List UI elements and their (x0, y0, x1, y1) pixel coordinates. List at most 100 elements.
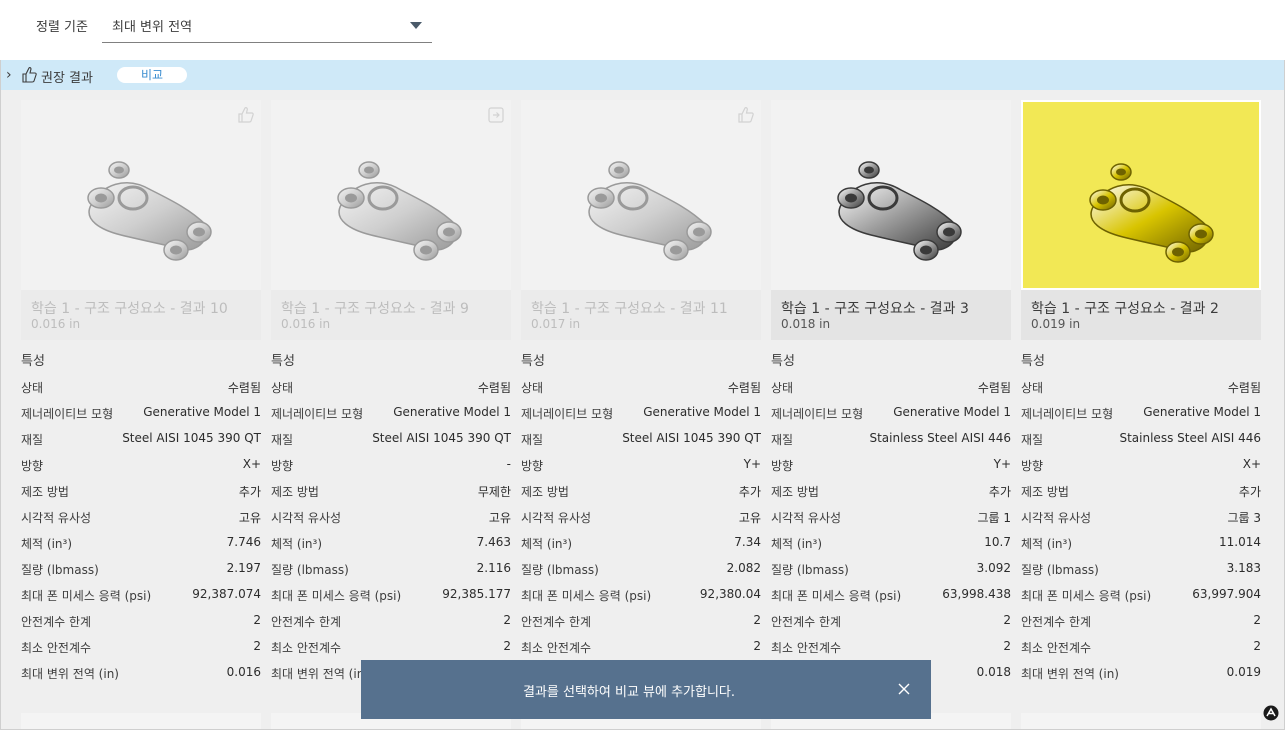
result-thumbnail[interactable] (1021, 100, 1261, 290)
property-key: 방향 (21, 459, 44, 473)
property-key: 최대 폰 미세스 응력 (psi) (771, 589, 902, 603)
result-caption[interactable]: 학습 1 - 구조 구성요소 - 결과 11 0.017 in (521, 290, 761, 340)
expand-chevron-icon[interactable]: › (6, 67, 12, 83)
property-row: 최소 안전계수 2 (271, 639, 511, 659)
property-row: 최소 안전계수 2 (771, 639, 1011, 659)
property-key: 상태 (21, 381, 44, 395)
properties-heading: 특성 (271, 354, 295, 369)
property-key: 체적 (in³) (271, 537, 323, 551)
property-key: 질량 (lbmass) (271, 563, 349, 577)
export-icon[interactable] (487, 106, 505, 124)
properties-heading: 특성 (1021, 354, 1045, 369)
thumbs-up-icon[interactable] (737, 106, 755, 124)
property-value: 고유 (738, 511, 761, 525)
property-value: 92,380.04 (699, 587, 761, 601)
property-row: 체적 (in³) 7.34 (521, 535, 761, 555)
properties-heading: 특성 (771, 354, 795, 369)
property-value: 2 (503, 639, 511, 653)
result-title: 학습 1 - 구조 구성요소 - 결과 11 (531, 301, 728, 317)
property-row: 제너레이티브 모형 Generative Model 1 (21, 405, 261, 425)
property-row: 체적 (in³) 11.014 (1021, 535, 1261, 555)
close-icon[interactable] (897, 682, 911, 696)
result-caption[interactable]: 학습 1 - 구조 구성요소 - 결과 10 0.016 in (21, 290, 261, 340)
property-value: 92,385.177 (442, 587, 511, 601)
property-value: 추가 (238, 485, 261, 499)
property-row: 질량 (lbmass) 3.092 (771, 561, 1011, 581)
property-key: 체적 (in³) (1021, 537, 1073, 551)
property-value: 수렴됨 (977, 381, 1011, 395)
property-key: 방향 (771, 459, 794, 473)
property-value: 추가 (1238, 485, 1261, 499)
property-value: Y+ (743, 457, 761, 471)
property-value: - (506, 457, 511, 471)
property-value: 7.463 (476, 535, 511, 549)
property-key: 시각적 유사성 (21, 511, 92, 525)
result-thumbnail[interactable] (771, 100, 1011, 290)
compare-button[interactable]: 비교 (117, 67, 187, 83)
property-row: 제조 방법 추가 (521, 483, 761, 503)
property-key: 안전계수 한계 (21, 615, 92, 629)
toast-message: 결과를 선택하여 비교 뷰에 추가합니다. (523, 685, 736, 700)
property-key: 제너레이티브 모형 (21, 407, 114, 421)
property-key: 안전계수 한계 (521, 615, 592, 629)
property-row: 상태 수렴됨 (21, 379, 261, 399)
property-value: 0.016 (226, 665, 261, 679)
property-row: 재질 Steel AISI 1045 390 QT (21, 431, 261, 451)
property-key: 시각적 유사성 (521, 511, 592, 525)
property-row: 안전계수 한계 2 (271, 613, 511, 633)
property-row: 상태 수렴됨 (1021, 379, 1261, 399)
result-title: 학습 1 - 구조 구성요소 - 결과 2 (1031, 301, 1219, 317)
result-caption[interactable]: 학습 1 - 구조 구성요소 - 결과 3 0.018 in (771, 290, 1011, 340)
thumbs-up-icon[interactable] (237, 106, 255, 124)
result-displacement: 0.017 in (531, 317, 581, 331)
property-value: 2 (253, 639, 261, 653)
property-key: 최소 안전계수 (771, 641, 842, 655)
property-value: 고유 (238, 511, 261, 525)
property-value: 2 (1253, 639, 1261, 653)
part-render (1089, 163, 1214, 263)
property-value: 그룹 1 (977, 511, 1011, 525)
property-value: 그룹 3 (1227, 511, 1261, 525)
result-caption[interactable]: 학습 1 - 구조 구성요소 - 결과 2 0.019 in (1021, 290, 1261, 340)
property-value: Generative Model 1 (143, 405, 261, 419)
result-displacement: 0.016 in (281, 317, 331, 331)
property-key: 안전계수 한계 (771, 615, 842, 629)
result-thumbnail[interactable] (271, 100, 511, 290)
property-key: 방향 (271, 459, 294, 473)
property-key: 체적 (in³) (771, 537, 823, 551)
part-render (337, 161, 462, 261)
result-title: 학습 1 - 구조 구성요소 - 결과 3 (781, 301, 969, 317)
chevron-down-icon (410, 22, 422, 29)
property-value: 수렴됨 (227, 381, 261, 395)
property-value: 0.019 (1226, 665, 1261, 679)
property-value: Steel AISI 1045 390 QT (122, 431, 261, 445)
sort-dropdown[interactable]: 최대 변위 전역 (102, 9, 432, 43)
part-render (837, 161, 962, 261)
recommended-bar: › 권장 결과 비교 (1, 60, 1284, 90)
property-row: 최소 안전계수 2 (1021, 639, 1261, 659)
property-key: 시각적 유사성 (771, 511, 842, 525)
property-row: 제너레이티브 모형 Generative Model 1 (771, 405, 1011, 425)
property-row: 제조 방법 추가 (21, 483, 261, 503)
property-key: 최대 변위 전역 (in) (21, 667, 119, 681)
property-key: 상태 (271, 381, 294, 395)
property-key: 최대 변위 전역 (in) (1021, 667, 1119, 681)
result-caption[interactable]: 학습 1 - 구조 구성요소 - 결과 9 0.016 in (271, 290, 511, 340)
property-value: Steel AISI 1045 390 QT (622, 431, 761, 445)
property-value: 2 (753, 613, 761, 627)
property-row: 제조 방법 추가 (1021, 483, 1261, 503)
next-row-card-peek (1021, 713, 1261, 729)
result-thumbnail[interactable] (521, 100, 761, 290)
property-row: 시각적 유사성 고유 (521, 509, 761, 529)
result-title: 학습 1 - 구조 구성요소 - 결과 10 (31, 301, 228, 317)
property-value: Stainless Steel AISI 446 (1119, 431, 1261, 445)
property-key: 제너레이티브 모형 (1021, 407, 1114, 421)
property-row: 최대 폰 미세스 응력 (psi) 63,997.904 (1021, 587, 1261, 607)
property-key: 질량 (lbmass) (21, 563, 99, 577)
result-displacement: 0.016 in (31, 317, 81, 331)
property-row: 시각적 유사성 그룹 1 (771, 509, 1011, 529)
recommended-title: 권장 결과 (41, 71, 93, 86)
property-row: 최소 안전계수 2 (521, 639, 761, 659)
result-thumbnail[interactable] (21, 100, 261, 290)
property-row: 질량 (lbmass) 2.082 (521, 561, 761, 581)
